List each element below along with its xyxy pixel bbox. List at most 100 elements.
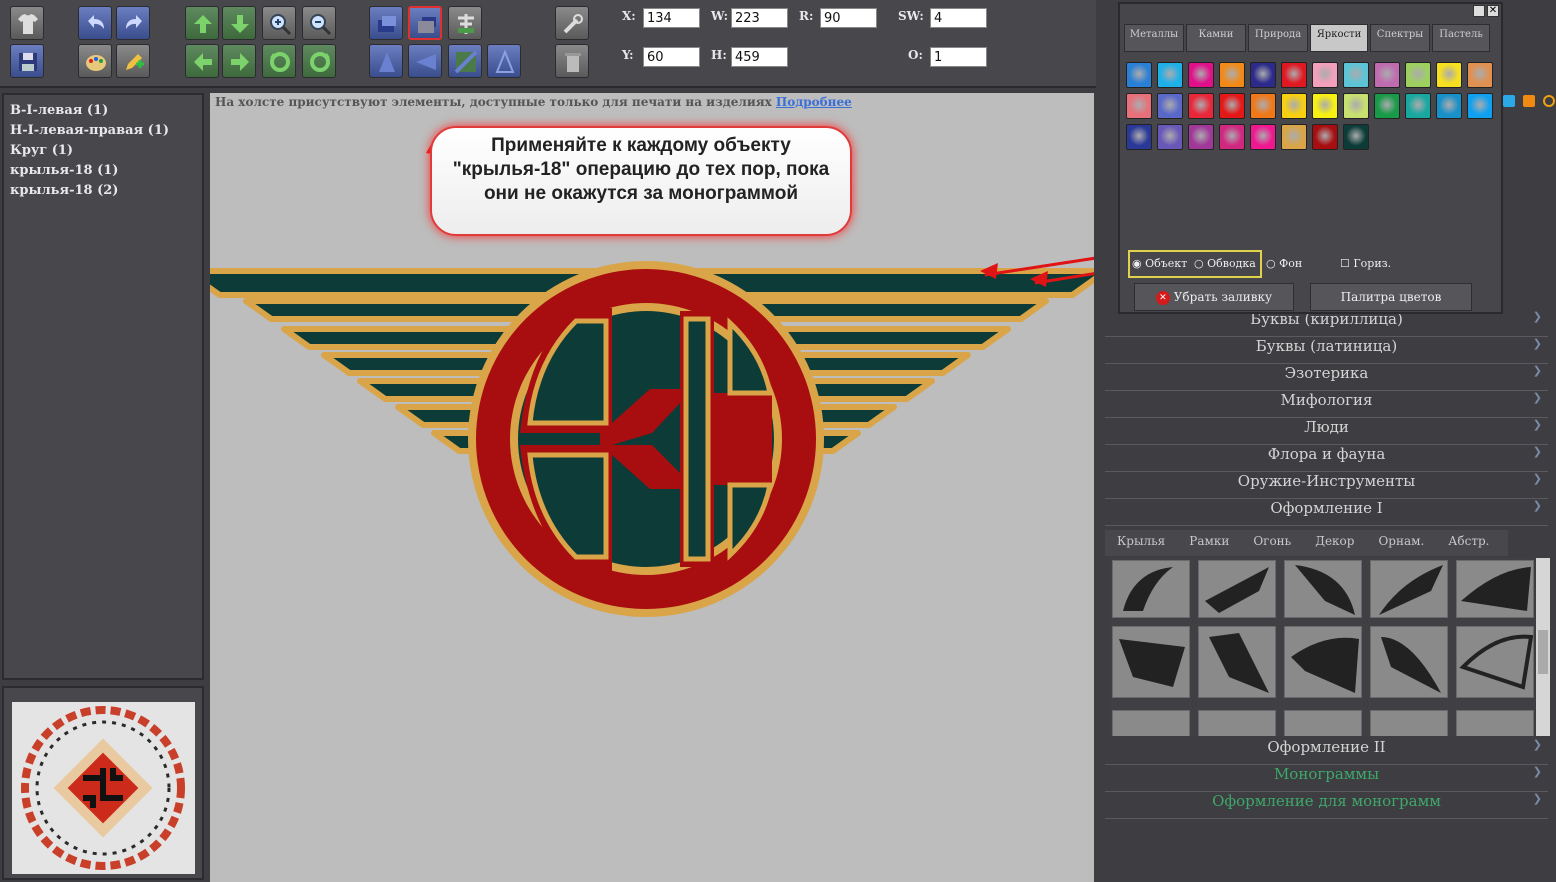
- color-swatch[interactable]: [1312, 124, 1338, 150]
- layer-item[interactable]: Круг (1): [10, 141, 196, 161]
- close-button[interactable]: ✕: [1487, 5, 1499, 17]
- color-swatch[interactable]: [1126, 93, 1152, 119]
- color-swatch[interactable]: [1343, 124, 1369, 150]
- color-swatch[interactable]: [1312, 93, 1338, 119]
- gallery-scrollbar[interactable]: [1536, 558, 1550, 736]
- category-item[interactable]: Мифология ❯: [1105, 391, 1548, 418]
- gallery-item[interactable]: [1284, 626, 1362, 698]
- redo-button[interactable]: [116, 6, 150, 40]
- category-item[interactable]: Флора и фауна ❯: [1105, 445, 1548, 472]
- color-palette-button[interactable]: Палитра цветов: [1310, 283, 1472, 311]
- color-swatch[interactable]: [1436, 62, 1462, 88]
- color-swatch[interactable]: [1157, 93, 1183, 119]
- color-swatch[interactable]: [1250, 62, 1276, 88]
- radio-object[interactable]: ◉ Объект: [1132, 257, 1187, 270]
- circle-monogram[interactable]: [468, 261, 824, 617]
- pencil-button[interactable]: [116, 44, 150, 78]
- gallery-item[interactable]: [1112, 626, 1190, 698]
- color-swatch[interactable]: [1343, 62, 1369, 88]
- radio-bg[interactable]: ○ Фон: [1266, 257, 1302, 270]
- color-swatch[interactable]: [1250, 124, 1276, 150]
- color-swatch[interactable]: [1126, 124, 1152, 150]
- color-swatch[interactable]: [1188, 124, 1214, 150]
- layer-item[interactable]: В-I-левая (1): [10, 101, 196, 121]
- move-down-button[interactable]: [222, 6, 256, 40]
- gallery-item[interactable]: [1112, 710, 1190, 736]
- minimize-button[interactable]: [1473, 5, 1485, 17]
- color-swatch[interactable]: [1250, 93, 1276, 119]
- color-tab[interactable]: Камни: [1186, 24, 1246, 52]
- color-swatch[interactable]: [1467, 62, 1493, 88]
- gallery-item[interactable]: [1456, 560, 1534, 618]
- color-swatch[interactable]: [1157, 124, 1183, 150]
- zoom-out-button[interactable]: [302, 6, 336, 40]
- gallery-item[interactable]: [1456, 626, 1534, 698]
- mail-icon[interactable]: [1543, 95, 1556, 107]
- color-swatch[interactable]: [1343, 93, 1369, 119]
- category-item[interactable]: Буквы (кириллица) ❯: [1105, 310, 1548, 337]
- rotate-ccw-button[interactable]: [262, 44, 296, 78]
- gallery-item[interactable]: [1198, 710, 1276, 736]
- gallery-item[interactable]: [1370, 560, 1448, 618]
- center-button[interactable]: [448, 44, 482, 78]
- odnoklassniki-icon[interactable]: [1523, 95, 1536, 107]
- gallery-item[interactable]: [1198, 626, 1276, 698]
- gallery-item[interactable]: [1284, 560, 1362, 618]
- gallery-item[interactable]: [1370, 626, 1448, 698]
- color-swatch[interactable]: [1219, 124, 1245, 150]
- x-input[interactable]: [643, 8, 700, 28]
- category-item[interactable]: Монограммы ❯: [1105, 765, 1548, 792]
- radio-stroke[interactable]: ○ Обводка: [1194, 257, 1256, 270]
- subtab-decor[interactable]: Декор: [1303, 530, 1366, 552]
- rotate-cw-button[interactable]: [302, 44, 336, 78]
- subtab-abstract[interactable]: Абстр.: [1436, 530, 1501, 552]
- color-tab[interactable]: Металлы: [1124, 24, 1184, 52]
- gallery-item[interactable]: [1370, 710, 1448, 736]
- color-swatch[interactable]: [1188, 62, 1214, 88]
- color-swatch[interactable]: [1374, 93, 1400, 119]
- delete-button[interactable]: [555, 44, 589, 78]
- color-swatch[interactable]: [1467, 93, 1493, 119]
- remove-fill-button[interactable]: ✕ Убрать заливку: [1134, 283, 1294, 311]
- color-swatch[interactable]: [1281, 62, 1307, 88]
- subtab-wings[interactable]: Крылья: [1105, 530, 1177, 552]
- gallery-item[interactable]: [1112, 560, 1190, 618]
- layer-item[interactable]: Н-I-левая-правая (1): [10, 121, 196, 141]
- zoom-in-button[interactable]: [262, 6, 296, 40]
- color-swatch[interactable]: [1312, 62, 1338, 88]
- sw-input[interactable]: [930, 8, 987, 28]
- flip-horizontal-button[interactable]: [408, 44, 442, 78]
- save-button[interactable]: [10, 44, 44, 78]
- subtab-fire[interactable]: Огонь: [1241, 530, 1303, 552]
- align-button[interactable]: [448, 6, 482, 40]
- move-left-button[interactable]: [185, 44, 219, 78]
- r-input[interactable]: [820, 8, 877, 28]
- subtab-ornament[interactable]: Орнам.: [1366, 530, 1436, 552]
- undo-button[interactable]: [78, 6, 112, 40]
- category-item[interactable]: Эзотерика ❯: [1105, 364, 1548, 391]
- flip-vertical-button[interactable]: [369, 44, 403, 78]
- color-swatch[interactable]: [1126, 62, 1152, 88]
- o-input[interactable]: [930, 47, 987, 67]
- gallery-item[interactable]: [1198, 560, 1276, 618]
- color-swatch[interactable]: [1281, 93, 1307, 119]
- color-swatch[interactable]: [1188, 93, 1214, 119]
- color-swatch[interactable]: [1405, 93, 1431, 119]
- design-canvas[interactable]: На холсте присутствуют элементы, доступн…: [210, 93, 1094, 882]
- layer-item[interactable]: крылья-18 (1): [10, 161, 196, 181]
- gallery-item[interactable]: [1456, 710, 1534, 736]
- tools-button[interactable]: [555, 6, 589, 40]
- gallery-item[interactable]: [1284, 710, 1362, 736]
- color-swatch[interactable]: [1219, 93, 1245, 119]
- twitter-icon[interactable]: [1503, 95, 1515, 107]
- scrollbar-thumb[interactable]: [1538, 630, 1548, 674]
- color-swatch[interactable]: [1436, 93, 1462, 119]
- color-tab[interactable]: Яркости: [1310, 24, 1368, 52]
- category-item[interactable]: Оружие-Инструменты ❯: [1105, 472, 1548, 499]
- color-swatch[interactable]: [1405, 62, 1431, 88]
- subtab-frames[interactable]: Рамки: [1177, 530, 1241, 552]
- color-tab[interactable]: Природа: [1248, 24, 1308, 52]
- layer-item[interactable]: крылья-18 (2): [10, 181, 196, 201]
- distort-button[interactable]: [487, 44, 521, 78]
- checkbox-horiz[interactable]: ☐ Гориз.: [1340, 257, 1391, 270]
